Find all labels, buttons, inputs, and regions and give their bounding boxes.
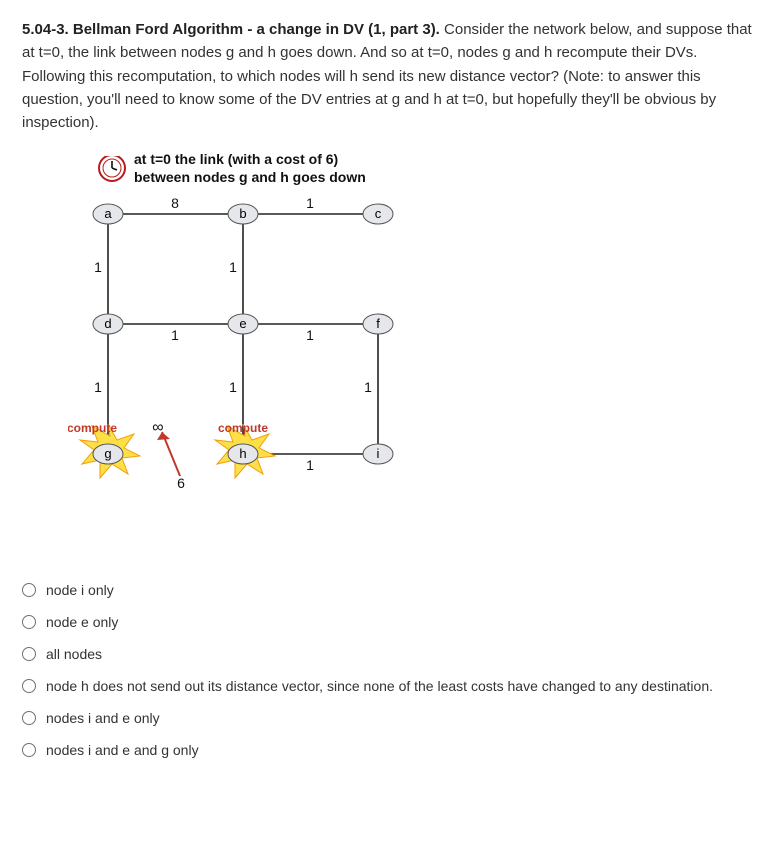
option-label: node i only (46, 582, 114, 598)
option-5[interactable]: nodes i and e and g only (22, 734, 761, 766)
svg-text:1: 1 (306, 195, 314, 211)
option-label: nodes i and e and g only (46, 742, 199, 758)
answer-options: node i only node e only all nodes node h… (22, 574, 761, 766)
svg-text:h: h (239, 446, 246, 461)
node-a: a (93, 204, 123, 224)
svg-text:6: 6 (177, 475, 185, 491)
svg-text:1: 1 (229, 259, 237, 275)
node-c: c (363, 204, 393, 224)
svg-text:d: d (104, 316, 111, 331)
node-h: h (228, 444, 258, 464)
radio-icon[interactable] (22, 743, 36, 757)
question-number: 5.04-3. Bellman Ford Algorithm - a chang… (22, 21, 440, 38)
svg-text:1: 1 (306, 327, 314, 343)
node-b: b (228, 204, 258, 224)
radio-icon[interactable] (22, 679, 36, 693)
option-3[interactable]: node h does not send out its distance ve… (22, 670, 761, 702)
svg-text:compute: compute (218, 421, 268, 435)
question-text: 5.04-3. Bellman Ford Algorithm - a chang… (22, 18, 761, 134)
figure: a b c d e f g h i 8 1 1 1 1 1 1 1 1 (68, 156, 761, 496)
node-d: d (93, 314, 123, 334)
radio-icon[interactable] (22, 583, 36, 597)
svg-text:g: g (104, 446, 111, 461)
node-i: i (363, 444, 393, 464)
network-graph: a b c d e f g h i 8 1 1 1 1 1 1 1 1 (68, 156, 488, 496)
option-label: all nodes (46, 646, 102, 662)
compute-labels: compute compute (68, 421, 268, 435)
svg-text:8: 8 (171, 195, 179, 211)
option-4[interactable]: nodes i and e only (22, 702, 761, 734)
node-f: f (363, 314, 393, 334)
option-2[interactable]: all nodes (22, 638, 761, 670)
radio-icon[interactable] (22, 615, 36, 629)
svg-text:1: 1 (364, 379, 372, 395)
svg-text:a: a (104, 206, 112, 221)
svg-text:compute: compute (68, 421, 117, 435)
clock-icon (99, 156, 125, 181)
svg-text:1: 1 (94, 259, 102, 275)
node-e: e (228, 314, 258, 334)
radio-icon[interactable] (22, 647, 36, 661)
svg-text:1: 1 (94, 379, 102, 395)
svg-text:1: 1 (306, 457, 314, 473)
option-label: node h does not send out its distance ve… (46, 678, 713, 694)
svg-text:c: c (375, 206, 382, 221)
radio-icon[interactable] (22, 711, 36, 725)
option-1[interactable]: node e only (22, 606, 761, 638)
svg-text:f: f (376, 316, 380, 331)
node-g: g (93, 444, 123, 464)
svg-text:i: i (377, 446, 380, 461)
option-label: node e only (46, 614, 118, 630)
option-0[interactable]: node i only (22, 574, 761, 606)
svg-text:∞: ∞ (152, 419, 163, 436)
option-label: nodes i and e only (46, 710, 160, 726)
svg-text:1: 1 (171, 327, 179, 343)
edge-gh-broken (157, 432, 180, 476)
svg-text:e: e (239, 316, 246, 331)
figure-caption: at t=0 the link (with a cost of 6) betwe… (134, 150, 394, 186)
svg-text:b: b (239, 206, 246, 221)
svg-text:1: 1 (229, 379, 237, 395)
